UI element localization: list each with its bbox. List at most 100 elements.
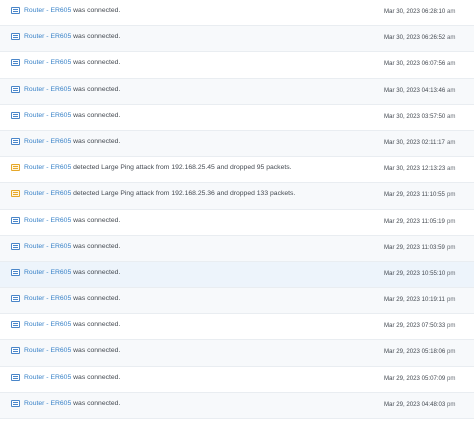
log-text: was connected.	[73, 85, 121, 93]
log-message: Router - ER605 was connected.	[24, 320, 120, 329]
log-text: was connected.	[73, 268, 121, 276]
log-text: was connected.	[73, 33, 121, 41]
log-ampm: am	[447, 138, 456, 146]
log-icon	[11, 399, 20, 407]
log-row[interactable]: Router - ER605 was connected. Mar 30, 20…	[0, 130, 474, 158]
device-link[interactable]: Router - ER605	[24, 86, 71, 93]
device-link[interactable]: Router - ER605	[24, 33, 71, 40]
log-time: Mar 30, 2023 04:13:46	[384, 86, 446, 94]
log-time: Mar 30, 2023 06:26:52	[384, 34, 446, 42]
log-row[interactable]: Router - ER605 was connected. Mar 29, 20…	[0, 392, 474, 419]
log-row[interactable]: Router - ER605 was connected. Mar 30, 20…	[0, 26, 474, 53]
log-icon	[11, 268, 20, 276]
log-ampm: pm	[447, 296, 456, 304]
log-text: was connected.	[73, 321, 121, 329]
log-message: Router - ER605 was connected.	[24, 346, 120, 355]
device-link[interactable]: Router - ER605	[24, 295, 71, 302]
log-icon	[11, 85, 20, 93]
log-message: Router - ER605 detected Large Ping attac…	[24, 163, 292, 172]
log-message: Router - ER605 was connected.	[24, 268, 120, 277]
log-time: Mar 29, 2023 11:10:55	[384, 191, 445, 199]
log-message: Router - ER605 was connected.	[24, 373, 120, 382]
log-row[interactable]: Router - ER605 was connected. Mar 29, 20…	[0, 367, 474, 393]
log-text: was connected.	[73, 295, 121, 303]
log-ampm: am	[447, 165, 456, 173]
log-icon	[11, 137, 20, 145]
log-ampm: pm	[447, 217, 456, 225]
device-link[interactable]: Router - ER605	[24, 347, 71, 354]
log-text: was connected.	[73, 373, 121, 381]
log-time: Mar 30, 2023 06:28:10	[384, 8, 446, 15]
log-ampm: am	[447, 112, 456, 120]
log-row[interactable]: Router - ER605 was connected. Mar 29, 20…	[0, 314, 474, 341]
log-icon	[11, 111, 20, 119]
log-row[interactable]: Router - ER605 was connected. Mar 30, 20…	[0, 78, 474, 105]
device-link[interactable]: Router - ER605	[24, 400, 71, 407]
log-text: was connected.	[73, 111, 121, 119]
log-row[interactable]: Router - ER605 was connected. Mar 29, 20…	[0, 288, 474, 315]
log-row[interactable]: Router - ER605 was connected. Mar 30, 20…	[0, 105, 474, 131]
warning-log-icon	[11, 190, 20, 198]
log-time: Mar 29, 2023 10:19:11	[384, 296, 445, 304]
log-ampm: am	[447, 60, 456, 68]
log-row[interactable]: Router - ER605 was connected. Mar 30, 20…	[0, 52, 474, 79]
device-link[interactable]: Router - ER605	[24, 243, 71, 250]
device-link[interactable]: Router - ER605	[24, 112, 71, 119]
log-ampm: pm	[447, 374, 456, 382]
log-icon	[11, 321, 20, 329]
log-row[interactable]: Router - ER605 was connected. Mar 29, 20…	[0, 340, 474, 367]
log-text: was connected.	[73, 216, 121, 224]
log-icon	[11, 59, 20, 67]
log-time: Mar 30, 2023 02:11:17	[384, 138, 445, 146]
log-ampm: pm	[447, 322, 456, 330]
log-message: Router - ER605 was connected.	[24, 137, 120, 146]
log-time: Mar 29, 2023 11:05:19	[384, 217, 445, 225]
log-time: Mar 29, 2023 04:48:03	[384, 400, 446, 408]
log-message: Router - ER605 was connected.	[24, 111, 120, 120]
device-link[interactable]: Router - ER605	[24, 164, 71, 171]
log-message: Router - ER605 was connected.	[24, 399, 120, 408]
log-row[interactable]: Router - ER605 was connected. Mar 29, 20…	[0, 210, 474, 236]
log-icon	[11, 33, 20, 41]
device-link[interactable]: Router - ER605	[24, 217, 71, 224]
log-time: Mar 30, 2023 03:57:50	[384, 112, 446, 120]
log-ampm: pm	[447, 348, 456, 356]
log-text: was connected.	[73, 242, 121, 250]
log-text: was connected.	[73, 59, 121, 67]
log-message: Router - ER605 detected Large Ping attac…	[24, 189, 295, 198]
log-icon	[11, 242, 20, 250]
log-time: Mar 29, 2023 05:18:06	[384, 348, 446, 356]
log-text: was connected.	[73, 137, 121, 145]
device-link[interactable]: Router - ER605	[24, 7, 71, 14]
log-ampm: pm	[447, 269, 456, 277]
device-link[interactable]: Router - ER605	[24, 190, 71, 197]
log-ampm: am	[447, 86, 456, 94]
log-row[interactable]: Router - ER605 detected Large Ping attac…	[0, 157, 474, 184]
log-icon	[11, 295, 20, 303]
event-log-list: Router - ER605 was connected. Mar 30, 20…	[0, 0, 474, 424]
log-message: Router - ER605 was connected.	[24, 242, 120, 251]
log-message: Router - ER605 was connected.	[24, 58, 120, 67]
log-ampm: am	[447, 34, 456, 42]
log-icon	[11, 347, 20, 355]
log-ampm: pm	[447, 191, 456, 199]
log-icon	[11, 216, 20, 224]
warning-log-icon	[11, 164, 20, 172]
log-row[interactable]: Router - ER605 was connected. Mar 29, 20…	[0, 235, 474, 262]
device-link[interactable]: Router - ER605	[24, 374, 71, 381]
log-message: Router - ER605 was connected.	[24, 85, 120, 94]
log-time: Mar 30, 2023 12:13:23	[384, 165, 446, 173]
log-text: was connected.	[73, 7, 121, 14]
log-row[interactable]: Router - ER605 detected Large Ping attac…	[0, 183, 474, 210]
log-time: Mar 30, 2023 06:07:56	[384, 60, 446, 68]
device-link[interactable]: Router - ER605	[24, 269, 71, 276]
log-ampm: pm	[447, 243, 456, 251]
log-icon	[11, 373, 20, 381]
log-ampm: am	[447, 8, 456, 15]
device-link[interactable]: Router - ER605	[24, 138, 71, 145]
log-row[interactable]: Router - ER605 was connected. Mar 29, 20…	[0, 261, 474, 289]
log-time: Mar 29, 2023 10:55:10	[384, 269, 446, 277]
device-link[interactable]: Router - ER605	[24, 59, 71, 66]
device-link[interactable]: Router - ER605	[24, 321, 71, 328]
log-row[interactable]: Router - ER605 was connected. Mar 30, 20…	[0, 0, 474, 27]
